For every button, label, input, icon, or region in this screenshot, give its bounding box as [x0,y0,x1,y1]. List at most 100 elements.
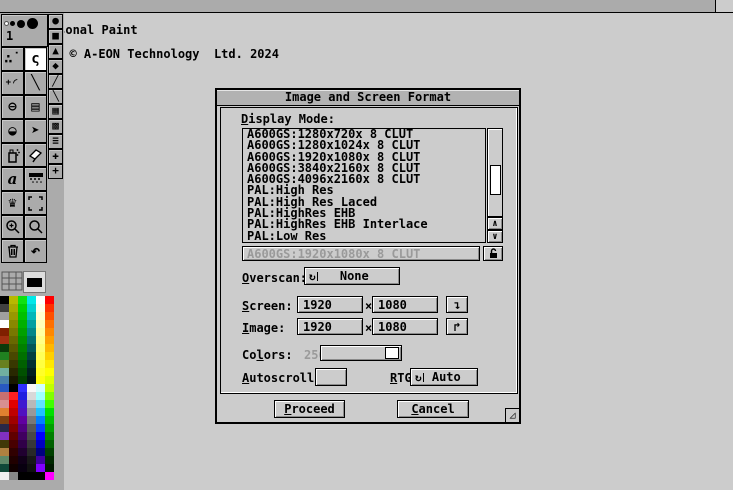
scroll-down-button[interactable]: ∨ [487,230,503,243]
transparent-pattern-icon[interactable] [1,271,23,291]
palette-swatch[interactable] [45,336,54,344]
palette-swatch[interactable] [45,408,54,416]
palette-swatch[interactable] [0,384,9,392]
palette-swatch[interactable] [0,472,9,480]
palette-swatch[interactable] [18,360,27,368]
palette-swatch[interactable] [36,448,45,456]
display-mode-list[interactable]: A600GS:1280x720x 8 CLUTA600GS:1280x1024x… [242,128,486,243]
palette-swatch[interactable] [45,456,54,464]
palette-swatch[interactable] [45,440,54,448]
text-tool-icon[interactable]: a [1,167,24,191]
overscan-cycle-button[interactable]: ↻ None [304,267,400,285]
palette-swatch[interactable] [0,368,9,376]
palette-swatch[interactable] [45,368,54,376]
palette-swatch[interactable] [0,344,9,352]
dialog-resize-handle[interactable]: ◿ [505,408,519,422]
brush-shape-icon[interactable]: ╲ [48,89,63,104]
palette-swatch[interactable] [45,416,54,424]
palette-swatch[interactable] [36,424,45,432]
palette-swatch[interactable] [9,312,18,320]
palette-swatch[interactable] [0,408,9,416]
palette-swatch[interactable] [36,320,45,328]
palette-swatch[interactable] [18,424,27,432]
palette-swatch[interactable] [45,464,54,472]
palette-swatch[interactable] [45,448,54,456]
palette-swatch[interactable] [45,352,54,360]
palette-swatch[interactable] [27,424,36,432]
palette-swatch[interactable] [18,448,27,456]
palette-swatch[interactable] [36,432,45,440]
brush-size-panel[interactable]: 1 [1,14,48,47]
brush-dot-2[interactable] [10,21,15,26]
image-width-field[interactable]: 1920 [297,318,363,335]
dither-tool-icon[interactable] [24,167,47,191]
palette-swatch[interactable] [9,368,18,376]
palette-swatch[interactable] [27,344,36,352]
palette-swatch[interactable] [45,296,54,304]
brush-shape-icon[interactable]: ▲ [48,44,63,59]
curve-tool-icon[interactable]: +◜ [1,71,24,95]
palette-swatch[interactable] [45,400,54,408]
palette-swatch[interactable] [27,360,36,368]
palette-swatch[interactable] [0,328,9,336]
screen-width-field[interactable]: 1920 [297,296,363,313]
palette-swatch[interactable] [18,464,27,472]
cancel-button[interactable]: Cancel [397,400,469,418]
palette-swatch[interactable] [9,408,18,416]
palette-swatch[interactable] [18,384,27,392]
palette-swatch[interactable] [18,336,27,344]
brush-dot-1[interactable] [5,22,8,25]
palette-swatch[interactable] [36,456,45,464]
palette-swatch[interactable] [0,400,9,408]
autoscroll-checkbox[interactable] [315,368,347,386]
palette-swatch[interactable] [27,304,36,312]
screen-height-field[interactable]: 1080 [372,296,438,313]
palette-swatch[interactable] [27,328,36,336]
copy-screen-to-image-button[interactable]: ↴ [446,296,468,313]
brush-dot-4[interactable] [27,18,38,29]
palette-swatch[interactable] [9,400,18,408]
palette-swatch[interactable] [45,376,54,384]
palette-swatch[interactable] [0,336,9,344]
palette-swatch[interactable] [9,328,18,336]
palette-swatch[interactable] [45,328,54,336]
palette-swatch[interactable] [27,376,36,384]
palette-swatch[interactable] [18,472,27,480]
palette-swatch[interactable] [45,312,54,320]
palette-swatch[interactable] [36,328,45,336]
ellipse-tool-icon[interactable]: ⊖ [1,95,24,119]
screen-depth-icon[interactable] [715,0,733,12]
palette-swatch[interactable] [27,400,36,408]
palette-swatch[interactable] [45,320,54,328]
palette-swatch[interactable] [18,432,27,440]
brush-shape-icon[interactable]: ≡ [48,134,63,149]
palette-swatch[interactable] [18,408,27,416]
brush-shape-icon[interactable]: ╱ [48,74,63,89]
palette-swatch[interactable] [36,464,45,472]
palette-swatch[interactable] [36,376,45,384]
fill-tool-icon[interactable] [24,143,47,167]
zoom-in-tool-icon[interactable] [1,215,24,239]
brush-shape-icon[interactable]: ◆ [48,59,63,74]
spray-tool-icon[interactable] [1,143,24,167]
image-height-field[interactable]: 1080 [372,318,438,335]
palette-swatch[interactable] [0,464,9,472]
palette-swatch[interactable] [27,312,36,320]
palette-swatch[interactable] [18,456,27,464]
palette-swatch[interactable] [9,416,18,424]
palette-swatch[interactable] [36,312,45,320]
palette-swatch[interactable] [18,328,27,336]
palette-swatch[interactable] [27,464,36,472]
brush-shape-icon[interactable]: ● [48,14,63,29]
palette-swatch[interactable] [9,440,18,448]
palette-swatch[interactable] [9,392,18,400]
polygon-tool-icon[interactable]: ➤ [24,119,47,143]
rectangle-tool-icon[interactable]: ▤ [24,95,47,119]
palette-swatch[interactable] [0,320,9,328]
magnify-tool-icon[interactable] [24,215,47,239]
palette-swatch[interactable] [36,416,45,424]
palette-swatch[interactable] [9,424,18,432]
palette-swatch[interactable] [36,344,45,352]
brush-selector-icon[interactable]: ♛ [1,191,24,215]
palette-swatch[interactable] [0,448,9,456]
